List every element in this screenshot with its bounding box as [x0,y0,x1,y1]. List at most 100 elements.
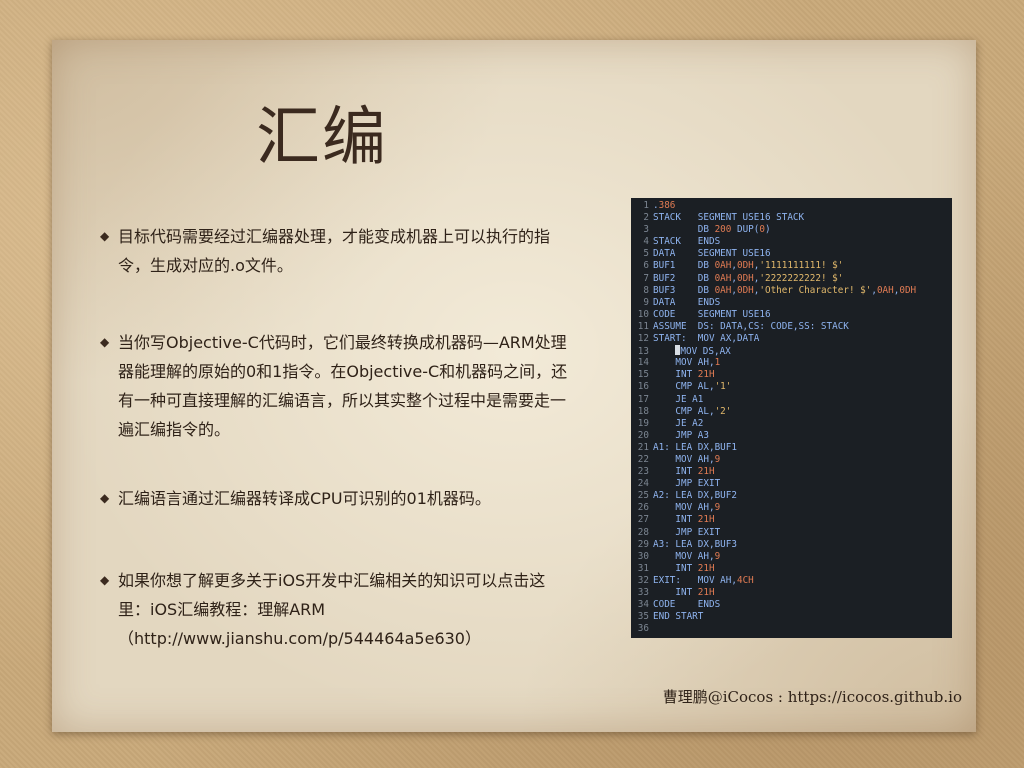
code-line: 24 JMP EXIT [631,478,952,490]
code-text: JE A1 [653,393,704,405]
code-text: CODE SEGMENT USE16 [653,308,771,320]
line-number: 16 [637,381,649,393]
code-text: INT 21H [653,514,715,526]
line-number: 28 [637,526,649,538]
code-line: 1 .386 [631,200,952,212]
line-number: 17 [637,393,649,405]
code-line: 14 MOV AH,1 [631,357,952,369]
code-text: A1: LEA DX,BUF1 [653,441,737,453]
line-number: 23 [637,466,649,478]
line-number: 31 [637,562,649,574]
code-text: A2: LEA DX,BUF2 [653,490,737,502]
code-line: 27 INT 21H [631,514,952,526]
bullet-dot-icon: ◆ [100,573,110,587]
line-number: 24 [637,478,649,490]
line-number: 26 [637,502,649,514]
code-line: 4 STACK ENDS [631,236,952,248]
bullet-link-text[interactable]: 如果你想了解更多关于iOS开发中汇编相关的知识可以点击这里：iOS汇编教程：理解… [118,571,545,648]
code-text: A3: LEA DX,BUF3 [653,538,737,550]
line-number: 11 [637,320,649,332]
code-text: MOV AH,9 [653,453,721,465]
line-number: 1 [643,200,649,211]
line-number: 20 [637,429,649,441]
footer-credit: 曹理鹏@iCocos : https://icocos.github.io [662,688,962,706]
bullet-text: 目标代码需要经过汇编器处理，才能变成机器上可以执行的指令，生成对应的.o文件。 [118,227,551,275]
code-line: 10 CODE SEGMENT USE16 [631,309,952,321]
line-number: 33 [637,587,649,598]
line-number: 15 [637,369,649,381]
code-text: STACK ENDS [653,236,721,248]
code-text: START: MOV AX,DATA [653,333,760,345]
code-line: 23 INT 21H [631,466,952,478]
code-text: DATA ENDS [653,296,721,308]
line-number: 36 [637,623,649,635]
code-line: 7 BUF2 DB 0AH,0DH,'2222222222! $' [631,273,952,285]
code-line: 11 ASSUME DS: DATA,CS: CODE,SS: STACK [631,321,952,333]
code-line: 19 JE A2 [631,418,952,430]
code-text: INT 21H [653,466,715,478]
line-number: 10 [637,308,649,320]
line-number: 8 [643,284,649,296]
code-text: BUF1 DB 0AH,0DH,'1111111111! $' [653,260,844,272]
bullet-item: ◆ 目标代码需要经过汇编器处理，才能变成机器上可以执行的指令，生成对应的.o文件… [100,222,570,280]
code-text: JMP EXIT [653,478,721,490]
line-number: 21 [637,441,649,453]
code-line: 20 JMP A3 [631,430,952,442]
code-line: 22 MOV AH,9 [631,454,952,466]
code-line: 32 EXIT: MOV AH,4CH [631,575,952,587]
line-number: 35 [637,611,649,623]
code-line: 9 DATA ENDS [631,297,952,309]
line-number: 34 [637,599,649,611]
code-line: 3 DB 200 DUP(0) [631,224,952,236]
code-line: 18 CMP AL,'2' [631,406,952,418]
code-text: MOV AH,9 [653,502,721,514]
code-line: 36 [631,623,952,635]
bullet-text: 汇编语言通过汇编器转译成CPU可识别的01机器码。 [118,489,491,508]
bullet-dot-icon: ◆ [100,491,110,505]
code-line: 21 A1: LEA DX,BUF1 [631,442,952,454]
code-text: JMP EXIT [653,526,721,538]
code-line: 8 BUF3 DB 0AH,0DH,'Other Character! $',0A… [631,285,952,297]
line-number: 27 [637,514,649,526]
code-screenshot: 1 .386 2 STACK SEGMENT USE16 STACK 3 DB 200 … [631,198,952,638]
code-line: 25 A2: LEA DX,BUF2 [631,490,952,502]
code-line: 12 START: MOV AX,DATA [631,333,952,345]
line-number: 7 [643,272,649,284]
code-text: CMP AL,'2' [653,405,732,417]
code-line: 28 JMP EXIT [631,527,952,539]
line-number: 19 [637,417,649,429]
bullet-dot-icon: ◆ [100,229,110,243]
code-text: JE A2 [653,417,704,429]
code-text: CMP AL,'1' [653,381,732,393]
code-text: MOV AH,9 [653,550,721,562]
code-text: ASSUME DS: DATA,CS: CODE,SS: STACK [653,320,849,332]
code-line: 34 CODE ENDS [631,599,952,611]
code-line: 6 BUF1 DB 0AH,0DH,'1111111111! $' [631,260,952,272]
line-number: 25 [637,490,649,502]
code-text: INT 21H [653,369,715,381]
code-text: STACK SEGMENT USE16 STACK [653,212,805,224]
bullet-list: ◆ 目标代码需要经过汇编器处理，才能变成机器上可以执行的指令，生成对应的.o文件… [100,222,570,648]
code-text: BUF2 DB 0AH,0DH,'2222222222! $' [653,272,844,284]
line-number: 12 [637,333,649,345]
line-number: 22 [637,453,649,465]
code-line: 17 JE A1 [631,394,952,406]
line-number: 29 [637,538,649,550]
bullet-text: 当你写Objective-C代码时，它们最终转换成机器码—ARM处理器能理解的原… [118,333,568,439]
bullet-item: ◆ 当你写Objective-C代码时，它们最终转换成机器码—ARM处理器能理解… [100,328,570,444]
code-text: CODE ENDS [653,599,721,611]
code-text: BUF3 DB 0AH,0DH,'Other Character! $',0AH… [653,284,917,296]
code-line: 31 INT 21H [631,563,952,575]
code-text: .386 [653,200,676,211]
bullet-item[interactable]: ◆ 如果你想了解更多关于iOS开发中汇编相关的知识可以点击这里：iOS汇编教程：… [100,566,570,653]
code-text: MOV AH,1 [653,357,721,369]
code-line: 15 INT 21H [631,369,952,381]
line-number: 32 [637,574,649,586]
code-line: 2 STACK SEGMENT USE16 STACK [631,212,952,224]
code-text: END START [653,611,704,623]
code-text: DB 200 DUP(0) [653,224,771,236]
code-line: 30 MOV AH,9 [631,551,952,563]
line-number: 2 [643,212,649,224]
line-number: 18 [637,405,649,417]
line-number: 6 [643,260,649,272]
